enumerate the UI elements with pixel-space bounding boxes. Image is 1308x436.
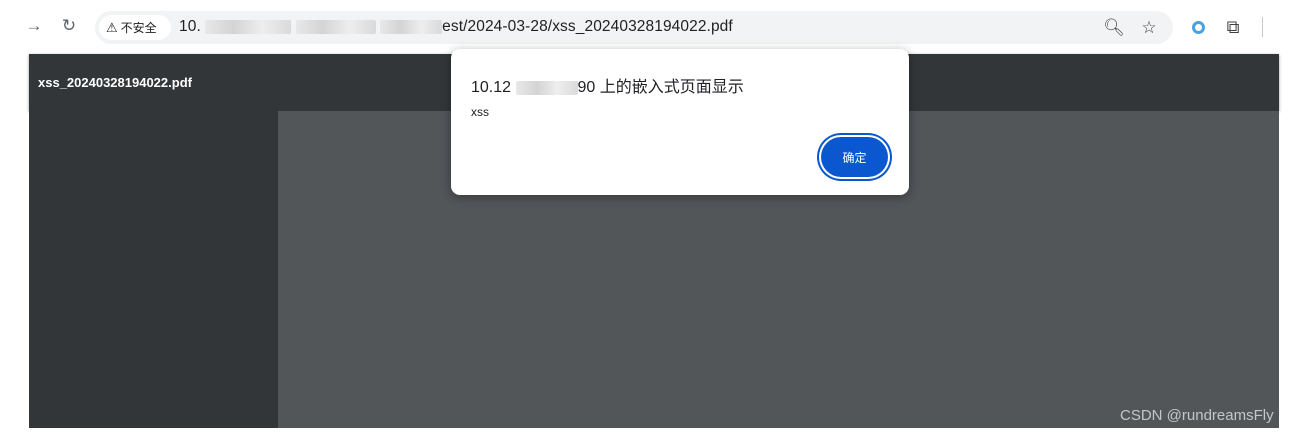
browser-toolbar: → ↻ ⚠ 不安全 10. est/2024-03-28/xss_2024032… [0, 0, 1308, 54]
alert-dialog: 10.12 90 上的嵌入式页面显示 xss 确定 [451, 49, 909, 195]
url-prefix: 10. [179, 18, 201, 35]
title-redaction [515, 80, 578, 95]
toolbar-divider [1262, 17, 1263, 37]
security-label: 不安全 [120, 21, 157, 35]
pdf-sidebar [29, 111, 278, 428]
dialog-title-suffix: 90 上的嵌入式页面显示 [577, 79, 744, 96]
dialog-title: 10.12 90 上的嵌入式页面显示 [471, 73, 744, 97]
ok-button[interactable]: 确定 [821, 137, 888, 177]
forward-arrow-icon[interactable]: → [22, 14, 46, 38]
address-bar[interactable]: ⚠ 不安全 10. est/2024-03-28/xss_20240328194… [95, 11, 1173, 44]
watermark: CSDN @rundreamsFly [1120, 407, 1274, 424]
warning-triangle-icon: ⚠ [106, 19, 118, 35]
zoom-icon[interactable]: 🔍︎ [1102, 16, 1126, 40]
dialog-title-prefix: 10.12 [471, 79, 512, 96]
security-chip[interactable]: ⚠ 不安全 [99, 15, 171, 40]
puzzle-icon[interactable]: ⧉ [1220, 13, 1246, 41]
pdf-file-name: xss_20240328194022.pdf [38, 75, 192, 90]
url-redaction [295, 19, 376, 34]
star-icon[interactable]: ☆ [1137, 16, 1161, 40]
url-text[interactable]: 10. est/2024-03-28/xss_20240328194022.pd… [179, 18, 733, 36]
reload-icon[interactable]: ↻ [57, 14, 81, 38]
url-suffix: est/2024-03-28/xss_20240328194022.pdf [442, 18, 733, 35]
url-redaction [380, 19, 443, 34]
dialog-message: xss [471, 105, 489, 119]
extension-ring-icon[interactable] [1185, 13, 1211, 41]
url-redaction [205, 19, 292, 34]
